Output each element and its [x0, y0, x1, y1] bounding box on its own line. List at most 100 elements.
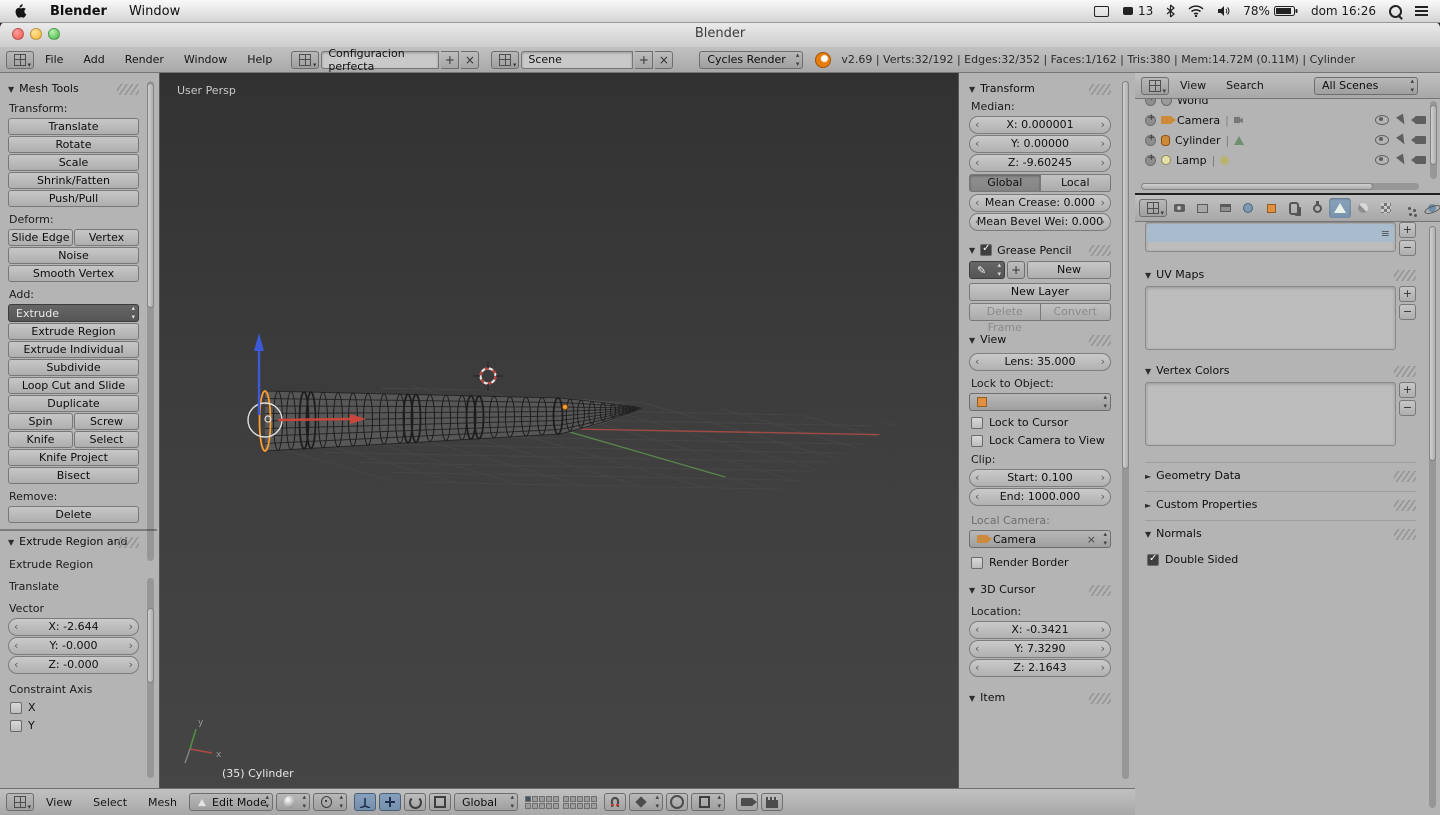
scrollbar-thumb[interactable] [1122, 81, 1129, 469]
panel-grip-icon[interactable] [1089, 245, 1111, 256]
new-layer-button[interactable]: New Layer [969, 283, 1111, 301]
extrude-individual-button[interactable]: Extrude Individual [8, 341, 139, 358]
outliner-vertical-scrollbar[interactable] [1430, 101, 1437, 179]
snap-toggle[interactable] [604, 793, 627, 811]
lock-camera-checkbox[interactable] [971, 434, 983, 447]
panel-grip-icon[interactable] [117, 84, 139, 95]
remove-item-button[interactable] [1399, 240, 1416, 256]
panel-transform-header[interactable]: Transform [969, 82, 1111, 96]
scrollbar-thumb[interactable] [1429, 226, 1436, 461]
tool-shelf-scrollbar[interactable] [147, 81, 154, 561]
selectable-cursor-icon[interactable] [1396, 133, 1408, 147]
add-uv-map-button[interactable] [1399, 286, 1416, 302]
menu-add[interactable]: Add [74, 53, 113, 66]
add-scene-button[interactable] [635, 50, 654, 69]
constraint-x-row[interactable]: X [10, 701, 137, 714]
double-sided-checkbox[interactable] [1147, 553, 1159, 566]
viewport-shading-selector[interactable] [276, 793, 311, 811]
pivot-point-selector[interactable] [313, 793, 348, 811]
menu-help[interactable]: Help [238, 53, 281, 66]
battery-status[interactable]: 78% [1243, 4, 1298, 18]
lock-to-cursor-row[interactable]: Lock to Cursor [971, 416, 1109, 429]
panel-grip-icon[interactable] [1089, 693, 1111, 704]
mean-crease-field[interactable]: Mean Crease: 0.000 [969, 194, 1111, 212]
apple-menu-icon[interactable] [0, 3, 39, 19]
lens-field[interactable]: Lens: 35.000 [969, 353, 1111, 371]
add-vertex-color-button[interactable] [1399, 382, 1416, 398]
viewport-3d[interactable]: xy User Persp (35) Cylinder [160, 73, 958, 788]
proportional-edit-toggle[interactable] [666, 793, 689, 811]
translate-button[interactable]: Translate [8, 118, 139, 135]
panel-grip-icon[interactable] [1089, 585, 1111, 596]
render-border-row[interactable]: Render Border [971, 556, 1109, 569]
screen-layout-browse-button[interactable] [291, 50, 320, 69]
menubar-window-menu[interactable]: Window [118, 4, 191, 19]
outliner-item-lamp[interactable]: Lamp | [1145, 150, 1440, 170]
renderable-camera-icon[interactable] [1411, 156, 1426, 164]
renderable-camera-icon[interactable] [1411, 136, 1426, 144]
scene-name-field[interactable]: Scene [521, 50, 634, 69]
constraint-y-row[interactable]: Y [10, 719, 137, 732]
knife-button[interactable]: Knife [8, 431, 73, 448]
local-camera-field[interactable]: Camera × [969, 530, 1111, 548]
noise-button[interactable]: Noise [8, 247, 139, 264]
extrude-region-button[interactable]: Extrude Region [8, 323, 139, 340]
grease-pencil-add-button[interactable] [1007, 261, 1025, 279]
visibility-eye-icon[interactable] [1375, 135, 1389, 145]
panel-grip-icon[interactable] [1394, 500, 1416, 511]
outliner-menu-view[interactable]: View [1171, 79, 1215, 92]
knife-project-button[interactable]: Knife Project [8, 449, 139, 466]
panel-item-header[interactable]: Item [969, 691, 1111, 705]
shrink-fatten-button[interactable]: Shrink/Fatten [8, 172, 139, 189]
tab-object[interactable] [1260, 198, 1282, 218]
tab-render[interactable] [1168, 198, 1190, 218]
tab-render-layers[interactable] [1191, 198, 1213, 218]
editor-type-selector[interactable] [6, 50, 34, 69]
close-window-button[interactable] [12, 28, 24, 40]
outliner-horizontal-scrollbar[interactable] [1141, 183, 1419, 190]
panel-grip-icon[interactable] [1394, 366, 1416, 377]
panel-grease-pencil-header[interactable]: Grease Pencil [969, 243, 1111, 257]
outliner-item-world[interactable]: World [1145, 99, 1440, 110]
tab-texture[interactable] [1375, 198, 1397, 218]
local-button[interactable]: Local [1040, 174, 1111, 192]
render-engine-selector[interactable]: Cycles Render [699, 50, 804, 69]
render-border-checkbox[interactable] [971, 556, 983, 569]
expand-toggle[interactable] [1145, 133, 1156, 146]
median-z-field[interactable]: Z: -9.60245 [969, 154, 1111, 172]
loop-cut-button[interactable]: Loop Cut and Slide [8, 377, 139, 394]
editor-type-selector[interactable] [1139, 199, 1167, 217]
tab-modifiers[interactable] [1306, 198, 1328, 218]
panel-custom-properties-header[interactable]: Custom Properties [1145, 491, 1416, 516]
snap-element-selector[interactable] [629, 793, 664, 811]
scene-browse-button[interactable] [491, 50, 520, 69]
tab-scene[interactable] [1214, 198, 1236, 218]
lamp-name[interactable]: Lamp [1176, 154, 1207, 167]
occlude-geometry-selector[interactable] [691, 793, 726, 811]
panel-3d-cursor-header[interactable]: 3D Cursor [969, 583, 1111, 597]
vertex-colors-list[interactable] [1145, 382, 1396, 446]
cursor-x-field[interactable]: X: -0.3421 [969, 621, 1111, 639]
vertex-groups-list[interactable]: ≡ [1145, 222, 1396, 252]
add-item-button[interactable] [1399, 222, 1416, 238]
tab-physics[interactable] [1421, 198, 1440, 218]
displays-menu-icon[interactable] [1094, 5, 1109, 17]
duplicate-button[interactable]: Duplicate [8, 395, 139, 412]
manipulator-toggle[interactable] [354, 793, 377, 811]
menubar-clock[interactable]: dom 16:26 [1311, 4, 1376, 18]
slide-edge-button[interactable]: Slide Edge [8, 229, 73, 246]
visibility-eye-icon[interactable] [1375, 115, 1389, 125]
properties-scrollbar[interactable] [1429, 226, 1436, 808]
opengl-render-animation-button[interactable] [761, 793, 784, 811]
clear-camera-icon[interactable]: × [1087, 533, 1096, 546]
screen-layout-field[interactable]: Configuracion perfecta [321, 47, 440, 73]
delete-layout-button[interactable] [461, 50, 480, 69]
vertex-slide-button[interactable]: Vertex [74, 229, 139, 246]
world-name[interactable]: World [1177, 99, 1209, 107]
selectable-cursor-icon[interactable] [1396, 113, 1408, 127]
vector-x-field[interactable]: X: -2.644 [8, 618, 139, 636]
spin-button[interactable]: Spin [8, 413, 73, 430]
subdivide-button[interactable]: Subdivide [8, 359, 139, 376]
camera-name[interactable]: Camera [1177, 114, 1220, 127]
outliner-item-camera[interactable]: Camera | [1145, 110, 1440, 130]
